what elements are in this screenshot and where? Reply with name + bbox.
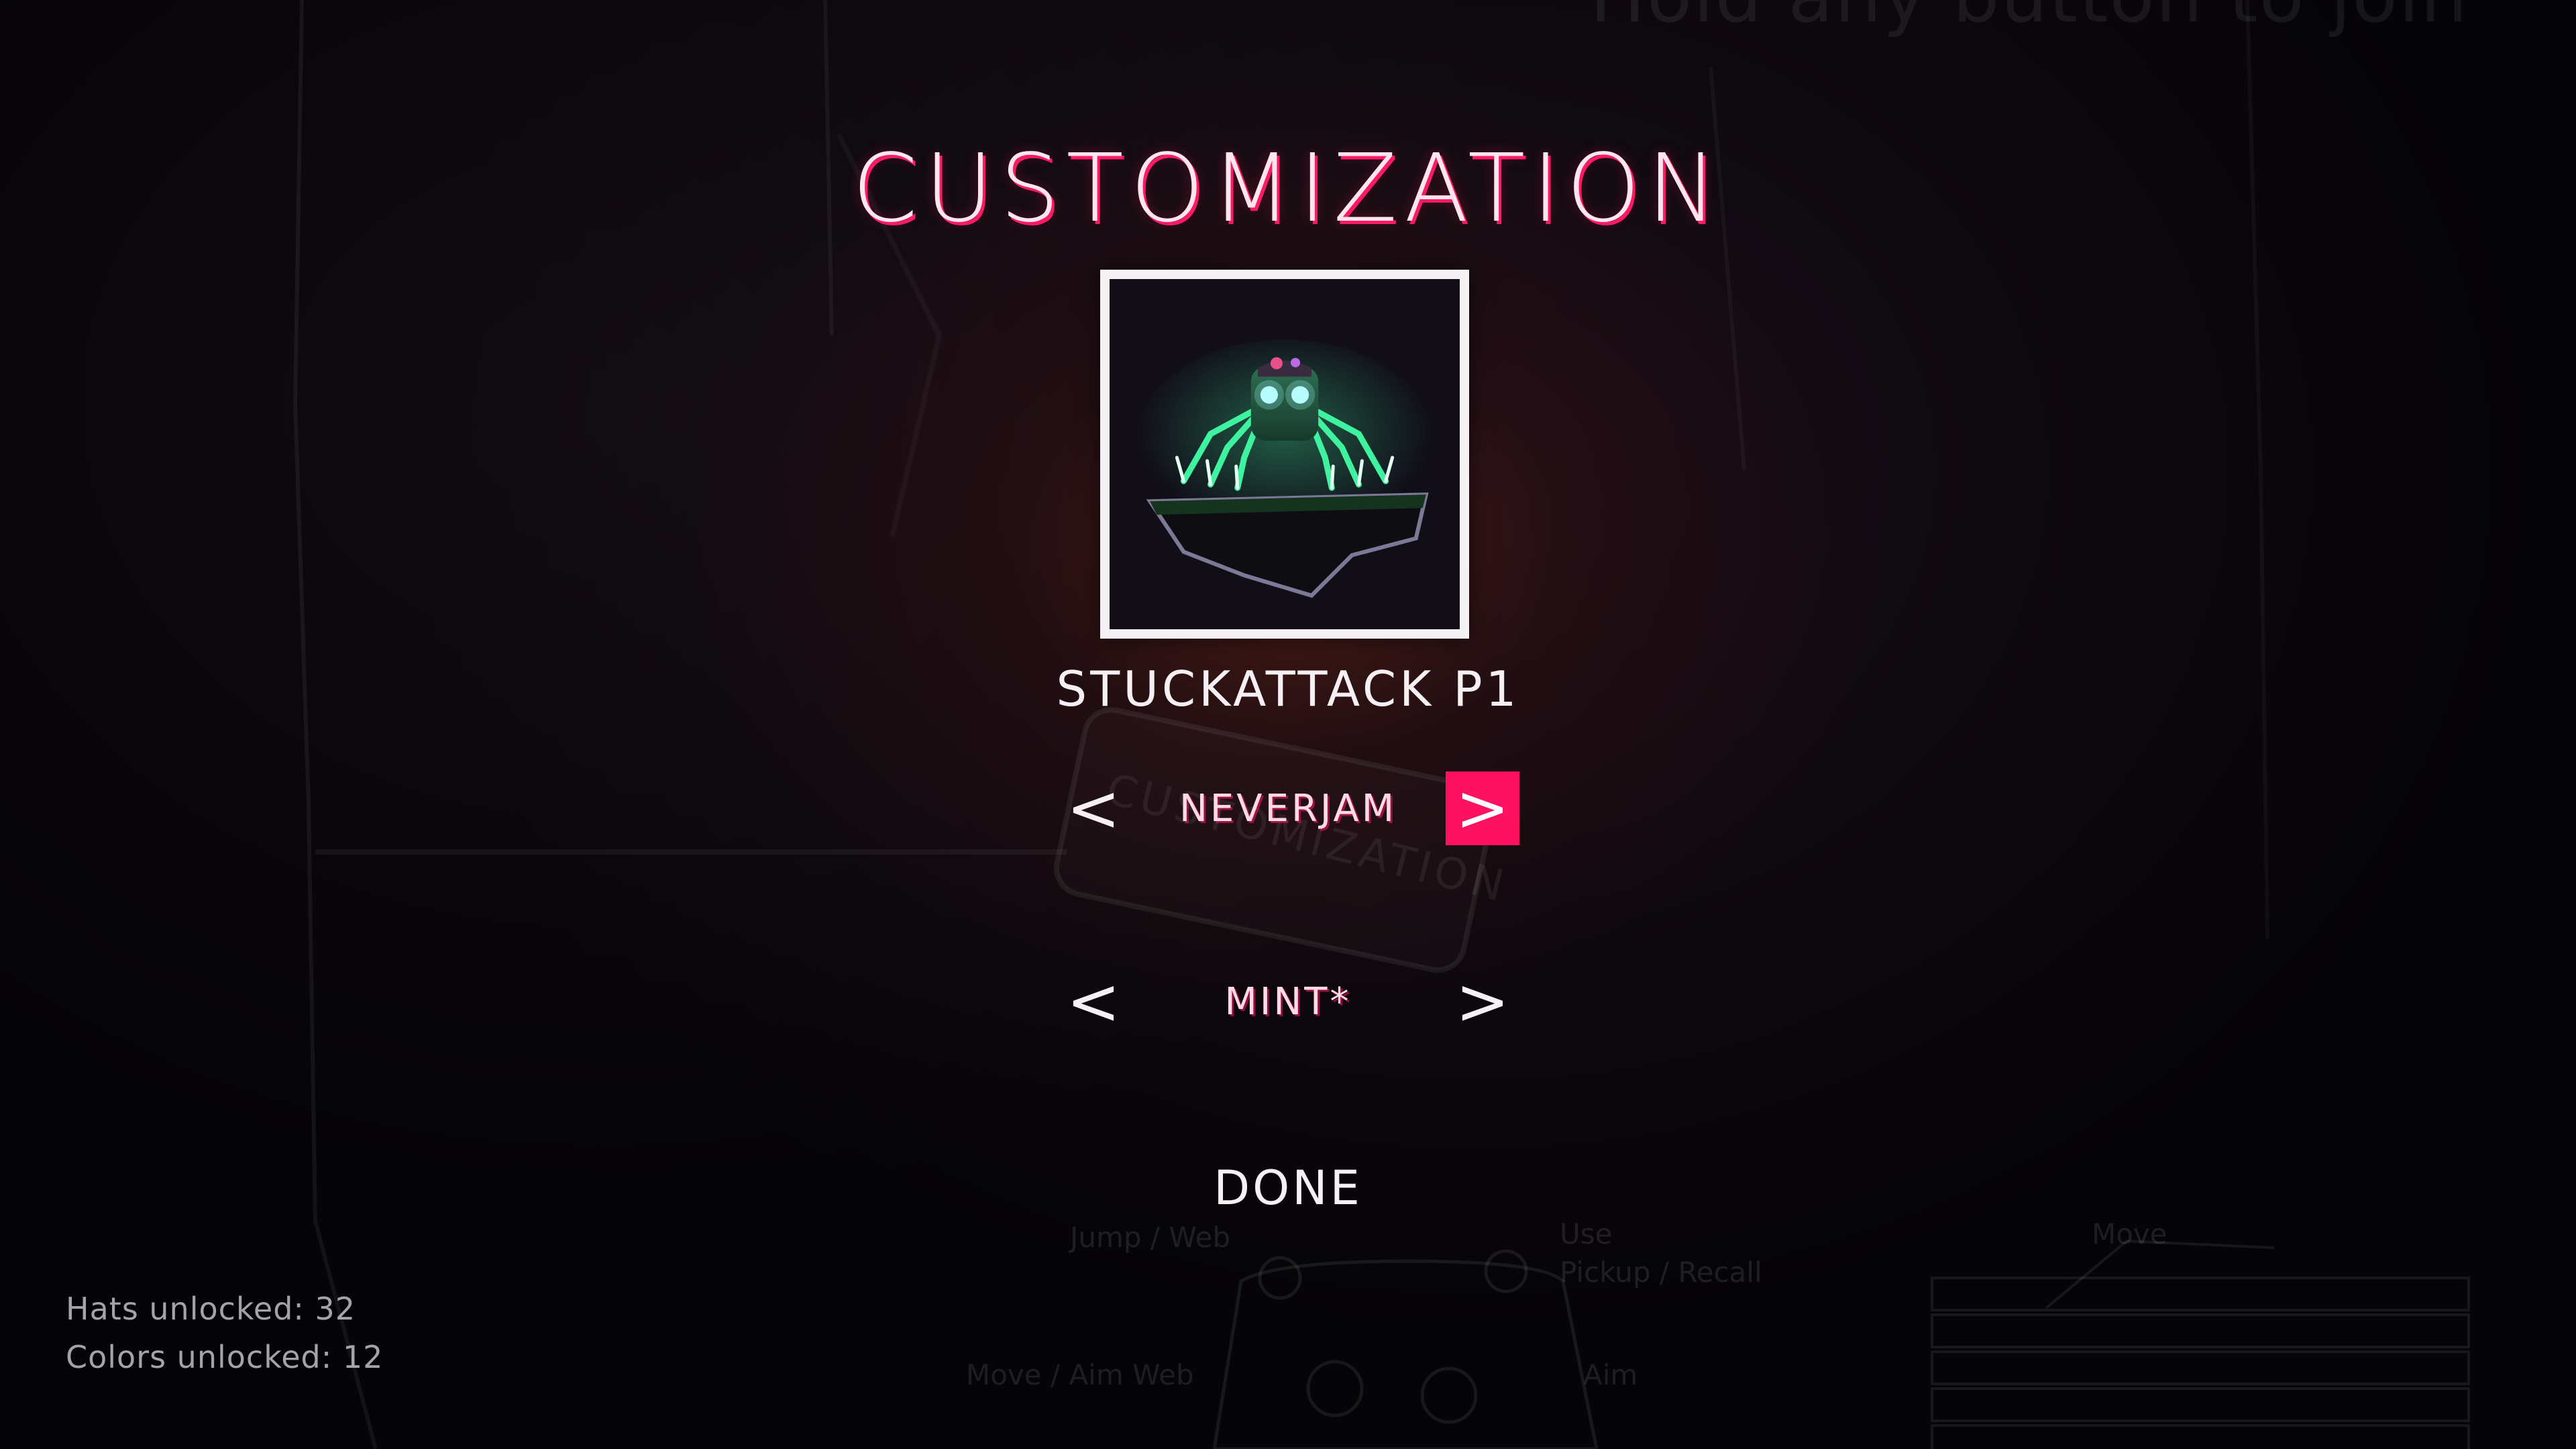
hat-value: NEVERJAM [1179,786,1397,830]
customization-screen: Hold any button to join CUSTOMIZATION Ju… [0,0,2576,1449]
color-next-button[interactable]: > [1446,964,1519,1039]
color-prev-button[interactable]: < [1057,964,1130,1039]
gamepad-icon [1212,1249,1599,1449]
controls-jump-web-label: Jump / Web [1070,1221,1230,1254]
controls-aim-label: Aim [1583,1358,1638,1391]
controls-move-label: Move [2092,1218,2167,1250]
page-title: CUSTOMIZATION [852,134,1724,244]
color-value: MINT* [1224,979,1352,1024]
character-preview [1100,270,1469,639]
colors-unlocked-label: Colors unlocked: 12 [66,1339,384,1375]
done-button[interactable]: DONE [0,1161,2576,1216]
hat-selector: < NEVERJAM > [1057,771,1519,846]
color-selector: < MINT* > [1057,964,1519,1039]
controls-pickup-recall-label: Pickup / Recall [1560,1256,1762,1289]
hat-next-button[interactable]: > [1446,771,1519,846]
keyboard-icon [1931,1277,2470,1449]
hats-unlocked-label: Hats unlocked: 32 [66,1291,356,1327]
hat-prev-button[interactable]: < [1057,771,1130,846]
join-hint: Hold any button to join [1590,0,2469,39]
spider-character-icon [1110,279,1460,629]
unlock-stats: Hats unlocked: 32 Colors unlocked: 12 [66,1285,383,1381]
player-name: STUCKATTACK P1 [1056,661,1520,717]
controls-move-aim-web-label: Move / Aim Web [966,1358,1194,1391]
controls-use-label: Use [1560,1218,1613,1250]
